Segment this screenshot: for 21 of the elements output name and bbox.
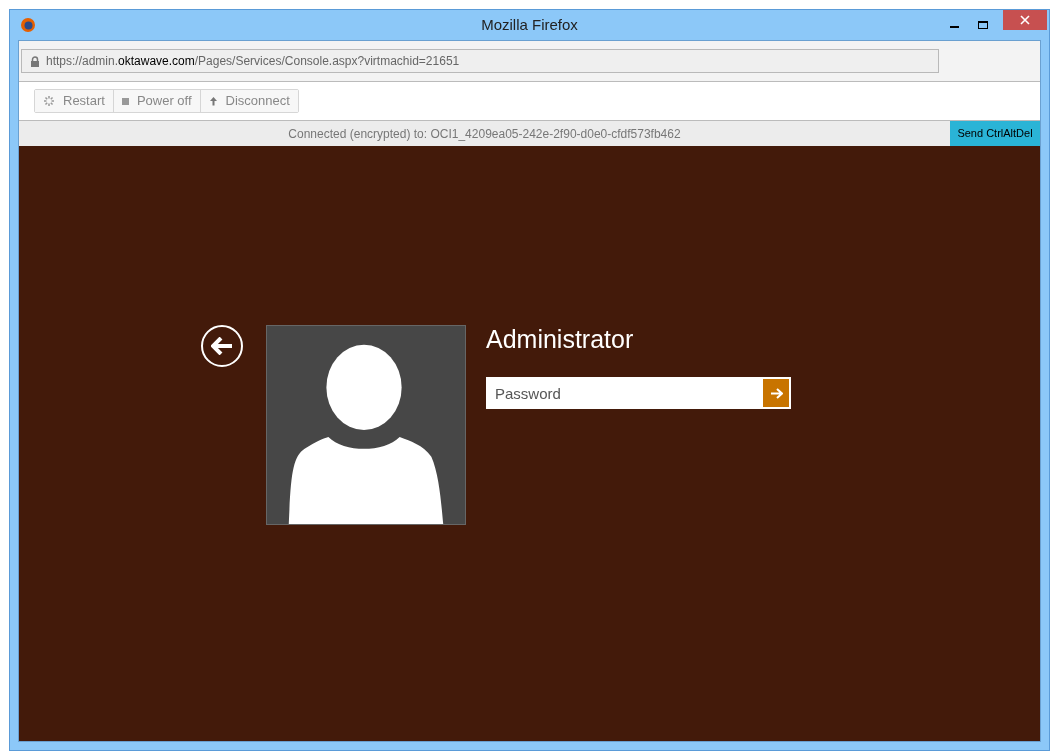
url-text: https://admin.oktawave.com/Pages/Services/Console.aspx?virtmachid=21651 — [46, 53, 460, 70]
toolbar-button[interactable]: Power off — [112, 90, 200, 112]
send-ctrl-alt-del-button[interactable]: Send CtrlAltDel — [950, 121, 1040, 146]
close-button[interactable] — [1003, 10, 1047, 30]
close-icon — [1020, 15, 1030, 25]
arrow-up-icon — [208, 96, 218, 106]
submit-button[interactable] — [761, 377, 791, 409]
address-field[interactable]: https://admin.oktawave.com/Pages/Services/Console.aspx?virtmachid=21651 — [21, 49, 939, 73]
maximize-icon[interactable] — [978, 21, 988, 29]
spinner-icon — [43, 95, 55, 107]
arrow-right-icon — [769, 387, 783, 399]
arrow-left-icon — [211, 337, 233, 355]
window-title: Mozilla Firefox — [481, 14, 578, 35]
square-icon — [121, 97, 129, 105]
toolbar-button[interactable]: Restart — [35, 90, 113, 112]
connection-status: Connected (encrypted) to: OCI1_4209ea05-242e-2f90-d0e0-cfdf573fb462 — [287, 125, 682, 143]
password-field[interactable]: Password — [486, 377, 761, 409]
back-button[interactable] — [201, 325, 243, 367]
toolbar-button[interactable]: Disconnect — [199, 90, 298, 112]
lock-icon — [30, 55, 40, 67]
user-name: Administrator — [486, 327, 635, 352]
